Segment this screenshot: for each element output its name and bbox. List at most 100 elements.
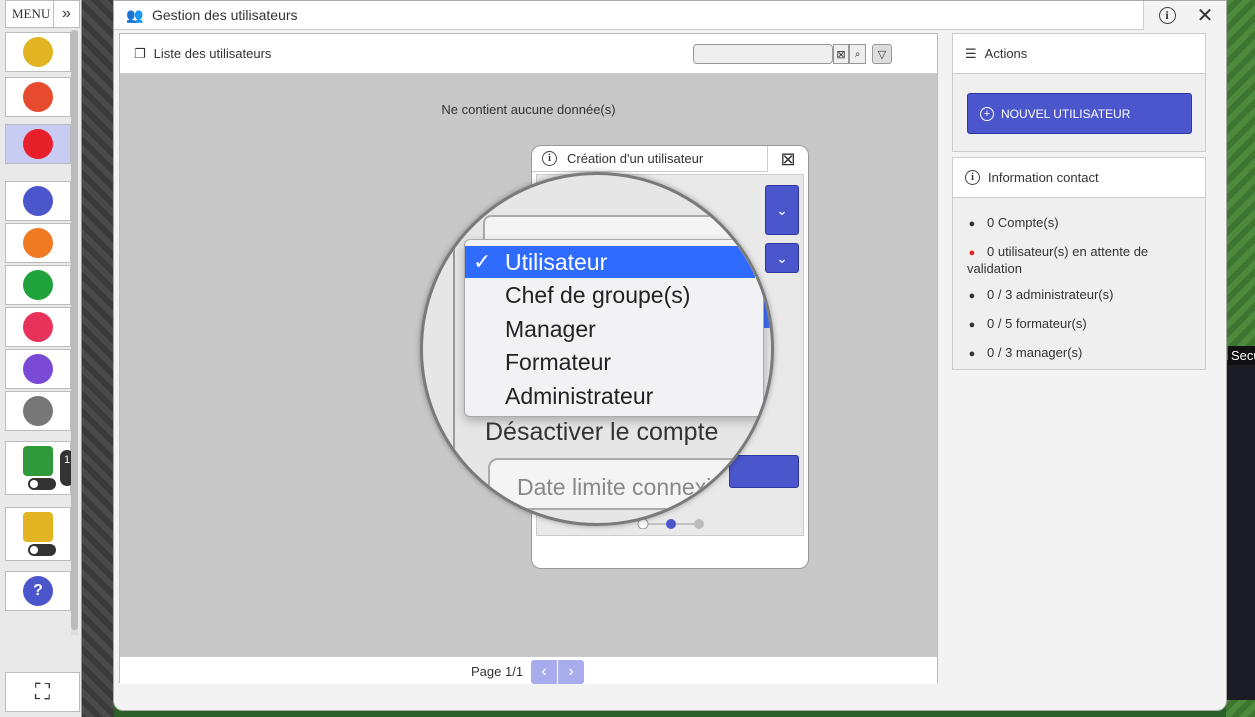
background-building [1226, 360, 1255, 700]
drive-icon [23, 270, 53, 300]
window-info-button[interactable]: i [1154, 3, 1180, 27]
previous-page-button[interactable]: ‹ [531, 660, 557, 684]
menu-item-map-photo[interactable] [5, 32, 71, 72]
menu-item-drive[interactable] [5, 265, 71, 305]
checklist-icon [23, 82, 53, 112]
role-option-administrateur[interactable]: Administrateur [465, 380, 755, 412]
plus-circle-icon: + [980, 106, 994, 121]
info-icon: i [1158, 6, 1176, 24]
dialog-titlebar: i Création d'un utilisateur [532, 146, 768, 172]
person-icon: ● [968, 247, 976, 259]
step-dot-2[interactable] [666, 519, 676, 529]
magnifier-lens: ⌄ ✓UtilisateurChef de groupe(s)ManagerFo… [420, 172, 774, 526]
globe-network-icon [23, 186, 53, 216]
window-titlebar: 👥 Gestion des utilisateurs [114, 1, 1144, 30]
page-indicator: Page 1/1 [471, 664, 524, 679]
side-menu: MENU » 1? ⛶ [0, 0, 82, 717]
contact-stat-text: 0 / 3 manager(s) [987, 345, 1083, 360]
role-option-label: Chef de groupe(s) [505, 282, 691, 308]
new-user-button[interactable]: + NOUVEL UTILISATEUR [967, 93, 1192, 134]
menu-item-help[interactable]: ? [5, 571, 71, 611]
checkmark-icon: ✓ [473, 249, 492, 274]
role-option-label: Utilisateur [505, 248, 608, 275]
clear-search-icon[interactable]: ⊠ [833, 44, 849, 64]
search-icon[interactable]: ⌕ [849, 44, 866, 64]
pagination: Page 1/1 ‹ › [120, 656, 937, 684]
contact-info-title: Information contact [988, 170, 1099, 185]
menu-item-globe-network[interactable] [5, 181, 71, 221]
menu-item-clipboard[interactable] [5, 391, 71, 431]
contact-stat-row: ● 0 / 3 manager(s) [967, 345, 1199, 362]
clipboard-icon [23, 396, 53, 426]
building-sign: Secu [1228, 346, 1255, 365]
person-icon: ● [968, 290, 976, 302]
menu-item-chat-bubbles[interactable] [5, 349, 71, 389]
menu-scrollbar-thumb[interactable] [71, 30, 78, 630]
step-indicator [637, 519, 704, 529]
new-user-label: NOUVEL UTILISATEUR [1001, 106, 1131, 121]
role-option-label: Formateur [505, 349, 612, 375]
user-list-title: Liste des utilisateurs [153, 46, 272, 61]
contact-stat-text: 0 / 5 formateur(s) [987, 316, 1087, 331]
next-page-button[interactable]: › [558, 660, 584, 684]
search-input[interactable] [693, 44, 833, 64]
layer-toggle[interactable] [28, 544, 56, 556]
lightning-icon [23, 129, 53, 159]
lens-form-border [453, 175, 455, 523]
menu-item-stacked-blocks[interactable] [5, 507, 71, 561]
deactivate-account-label: Désactiver le compte [485, 418, 719, 446]
window-title: Gestion des utilisateurs [152, 7, 298, 23]
role-option-label: Administrateur [505, 382, 654, 409]
user-list-header: ❐ Liste des utilisateurs ⊠ ⌕ ▽ [120, 34, 937, 74]
webcam-icon [23, 312, 53, 342]
menu-item-lightning[interactable] [5, 124, 71, 164]
map-photo-icon [23, 37, 53, 67]
window-close-icon[interactable]: ✕ [1192, 3, 1218, 27]
help-icon: ? [23, 576, 53, 606]
date-limit-input[interactable]: Date limite connexion [488, 458, 771, 510]
expand-menu-icon[interactable]: » [53, 1, 79, 27]
menu-item-webcam[interactable] [5, 307, 71, 347]
sun-badge-icon [23, 228, 53, 258]
person-icon: ● [968, 348, 976, 360]
contact-stat-text: 0 utilisateur(s) en attente de validatio… [967, 244, 1149, 276]
contact-stat-text: 0 Compte(s) [987, 215, 1059, 230]
actions-header: ☰ Actions [953, 34, 1205, 74]
dialog-title: Création d'un utilisateur [567, 151, 704, 166]
users-icon: 👥 [126, 6, 144, 23]
contact-stat-row: ● 0 / 5 formateur(s) [967, 316, 1199, 333]
contact-info-header: i Information contact [953, 158, 1205, 198]
dialog-close-icon[interactable]: ⊠ [776, 148, 800, 170]
menu-item-map[interactable]: 1 [5, 441, 74, 495]
layer-toggle[interactable] [28, 478, 56, 490]
role-dropdown: ✓ Utilisateur Chef de groupe(s) Manager Form… [464, 239, 764, 417]
info-icon: i [965, 170, 980, 185]
role-option-label: Manager [505, 315, 596, 342]
stacked-blocks-icon [23, 512, 53, 542]
menu-label: MENU [12, 6, 51, 21]
info-icon: i [542, 151, 557, 166]
actions-title: Actions [984, 46, 1028, 61]
fullscreen-icon[interactable]: ⛶ [5, 672, 80, 712]
role-option-chef-de-groupe-s[interactable]: Chef de groupe(s) [465, 280, 755, 312]
map-icon [23, 446, 53, 476]
empty-list-message: Ne contient aucune donnée(s) [441, 102, 616, 117]
list-icon: ☰ [965, 45, 977, 61]
filter-icon[interactable]: ▽ [872, 44, 892, 64]
menu-header[interactable]: MENU » [5, 0, 80, 28]
menu-item-checklist[interactable] [5, 77, 71, 117]
chat-bubbles-icon [23, 354, 53, 384]
step-dot-3[interactable] [694, 519, 704, 529]
role-option-utilisateur[interactable]: ✓ Utilisateur [465, 246, 755, 278]
menu-item-sun-badge[interactable] [5, 223, 71, 263]
background-road [78, 0, 114, 717]
role-option-formateur[interactable]: Formateur [465, 347, 755, 379]
actions-panel: ☰ Actions + NOUVEL UTILISATEUR [952, 33, 1206, 152]
person-icon: ● [968, 319, 976, 331]
person-icon: ● [968, 218, 976, 230]
role-option-manager[interactable]: Manager [465, 313, 755, 345]
contact-stat-row: ● 0 / 3 administrateur(s) [967, 287, 1199, 304]
contact-stat-row: ● 0 Compte(s) [967, 215, 1199, 232]
menu-scrollbar[interactable] [71, 30, 78, 635]
copy-list-icon: ❐ [134, 45, 146, 61]
